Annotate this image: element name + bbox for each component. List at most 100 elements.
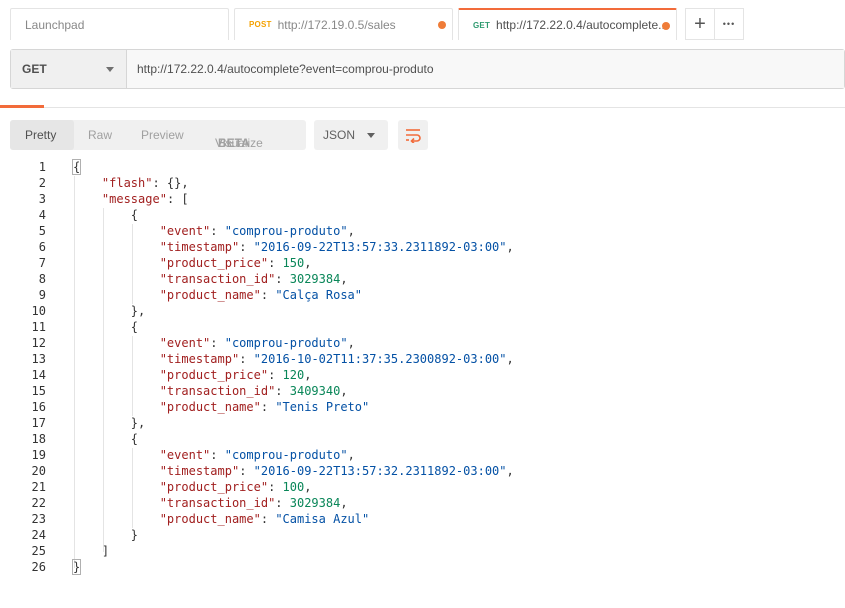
line-number: 2 <box>38 176 46 190</box>
code-text: "product_price": 150, <box>159 256 312 270</box>
view-raw-button[interactable]: Raw <box>88 128 112 142</box>
tab-method: GET <box>473 20 491 30</box>
tab-method: POST <box>249 20 272 29</box>
url-value: http://172.22.0.4/autocomplete?event=com… <box>137 62 434 76</box>
line-number: 3 <box>38 192 46 206</box>
code-text: "transaction_id": 3409340, <box>159 384 348 398</box>
line-number: 10 <box>31 304 46 318</box>
line-number: 4 <box>38 208 46 222</box>
format-value: JSON <box>323 128 356 142</box>
line-number: 26 <box>31 560 46 574</box>
code-line: 24 } <box>0 528 845 544</box>
code-text: "event": "comprou-produto", <box>159 224 355 238</box>
code-line: 11 { <box>0 320 845 336</box>
view-pretty-button[interactable]: Pretty <box>25 128 56 142</box>
line-number: 22 <box>31 496 46 510</box>
url-input[interactable]: http://172.22.0.4/autocomplete?event=com… <box>127 50 844 88</box>
code-text: "product_name": "Calça Rosa" <box>159 288 363 302</box>
line-number: 9 <box>38 288 46 302</box>
line-number: 8 <box>38 272 46 286</box>
ellipsis-icon: ••• <box>722 19 736 29</box>
request-bar: GET http://172.22.0.4/autocomplete?event… <box>10 49 845 89</box>
view-mode-group: Pretty Raw Preview Visualize BETA <box>10 120 306 150</box>
code-line: 25 ] <box>0 544 845 560</box>
line-number: 5 <box>38 224 46 238</box>
code-text: }, <box>73 304 146 318</box>
line-number: 21 <box>31 480 46 494</box>
code-text: "message": [ <box>101 192 189 206</box>
code-text: "timestamp": "2016-10-02T11:37:35.230089… <box>159 352 514 366</box>
code-line: 18 { <box>0 432 845 448</box>
tab-label: http://172.19.0.5/sales <box>277 17 396 32</box>
code-line: 19 "event": "comprou-produto", <box>0 448 845 464</box>
code-line: 9 "product_name": "Calça Rosa" <box>0 288 845 304</box>
line-number: 15 <box>31 384 46 398</box>
format-select[interactable]: JSON <box>314 120 388 150</box>
line-number: 20 <box>31 464 46 478</box>
code-line: 8 "transaction_id": 3029384, <box>0 272 845 288</box>
wrap-lines-button[interactable] <box>398 120 428 150</box>
code-line: 14 "product_price": 120, <box>0 368 845 384</box>
line-number: 7 <box>38 256 46 270</box>
code-text: "product_price": 120, <box>159 368 312 382</box>
tab-get-autocomplete[interactable]: GET http://172.22.0.4/autocomplete... <box>458 8 677 40</box>
code-text: "transaction_id": 3029384, <box>159 496 348 510</box>
code-text: "product_price": 100, <box>159 480 312 494</box>
code-line: 12 "event": "comprou-produto", <box>0 336 845 352</box>
view-preview-button[interactable]: Preview <box>141 128 184 142</box>
code-line: 6 "timestamp": "2016-09-22T13:57:33.2311… <box>0 240 845 256</box>
code-line: 23 "product_name": "Camisa Azul" <box>0 512 845 528</box>
unsaved-dot-icon <box>662 22 670 30</box>
code-line: 2 "flash": {}, <box>0 176 845 192</box>
code-line: 22 "transaction_id": 3029384, <box>0 496 845 512</box>
code-text: "timestamp": "2016-09-22T13:57:32.231189… <box>159 464 514 478</box>
code-text: }, <box>73 416 146 430</box>
line-number: 16 <box>31 400 46 414</box>
code-text: "transaction_id": 3029384, <box>159 272 348 286</box>
line-number: 19 <box>31 448 46 462</box>
tab-launchpad[interactable]: Launchpad <box>10 8 229 40</box>
line-number: 6 <box>38 240 46 254</box>
code-line: 5 "event": "comprou-produto", <box>0 224 845 240</box>
code-text: } <box>71 559 82 575</box>
code-text: { <box>73 432 139 446</box>
line-number: 18 <box>31 432 46 446</box>
plus-icon: + <box>694 13 706 35</box>
line-number: 24 <box>31 528 46 542</box>
code-line: 15 "transaction_id": 3409340, <box>0 384 845 400</box>
divider <box>0 107 845 108</box>
code-text: "product_name": "Camisa Azul" <box>159 512 370 526</box>
new-tab-button[interactable]: + <box>685 8 715 40</box>
line-number: 17 <box>31 416 46 430</box>
code-line: 4 { <box>0 208 845 224</box>
tab-label: Launchpad <box>25 17 85 32</box>
line-number: 1 <box>38 160 46 174</box>
progress-indicator <box>0 105 44 108</box>
method-select[interactable]: GET <box>11 50 127 88</box>
code-text: "event": "comprou-produto", <box>159 336 355 350</box>
code-line: 16 "product_name": "Tenis Preto" <box>0 400 845 416</box>
code-line: 20 "timestamp": "2016-09-22T13:57:32.231… <box>0 464 845 480</box>
code-line: 26} <box>0 559 845 576</box>
line-number: 23 <box>31 512 46 526</box>
code-text: "flash": {}, <box>101 176 189 190</box>
code-line: 3 "message": [ <box>0 192 845 208</box>
unsaved-dot-icon <box>438 21 446 29</box>
code-text: { <box>73 320 139 334</box>
code-text: { <box>73 208 139 222</box>
method-value: GET <box>22 62 47 76</box>
line-number: 14 <box>31 368 46 382</box>
code-text: { <box>71 159 82 175</box>
code-text: "product_name": "Tenis Preto" <box>159 400 370 414</box>
tab-post-sales[interactable]: POST http://172.19.0.5/sales <box>234 8 453 40</box>
beta-badge: BETA <box>218 136 250 150</box>
code-line: 7 "product_price": 150, <box>0 256 845 272</box>
code-text: } <box>73 528 139 542</box>
code-text: "event": "comprou-produto", <box>159 448 355 462</box>
code-text: ] <box>73 544 110 558</box>
code-line: 21 "product_price": 100, <box>0 480 845 496</box>
more-tabs-button[interactable]: ••• <box>714 8 744 40</box>
code-line: 13 "timestamp": "2016-10-02T11:37:35.230… <box>0 352 845 368</box>
line-number: 13 <box>31 352 46 366</box>
chevron-down-icon <box>367 133 375 138</box>
